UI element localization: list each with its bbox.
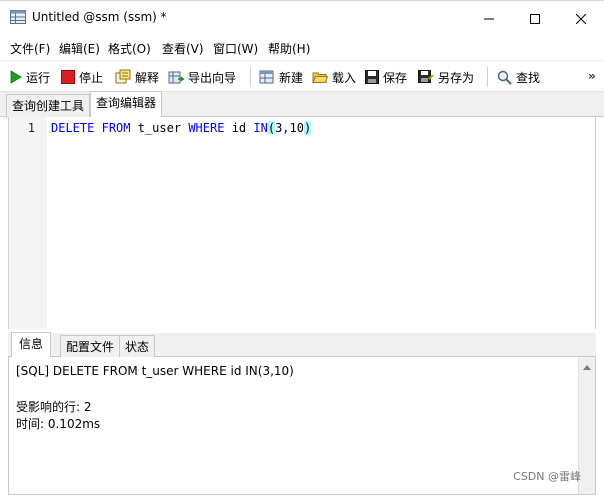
explain-label: 解释 bbox=[135, 70, 160, 85]
line-number: 1 bbox=[27, 121, 35, 135]
minimize-button[interactable] bbox=[466, 1, 512, 37]
save-button[interactable]: 保存 bbox=[365, 66, 407, 88]
load-button[interactable]: 载入 bbox=[312, 66, 356, 88]
time-line: 时间: 0.102ms bbox=[16, 417, 101, 431]
toolbar-overflow-chevron-icon[interactable]: » bbox=[588, 69, 596, 83]
watermark: CSDN @雷峰 bbox=[513, 470, 581, 483]
keyword-in: IN bbox=[253, 121, 268, 135]
new-table-icon bbox=[259, 70, 274, 84]
stop-button[interactable]: 停止 bbox=[61, 66, 103, 88]
stop-label: 停止 bbox=[79, 70, 104, 85]
tab-query-editor[interactable]: 查询编辑器 bbox=[90, 91, 163, 117]
window-title: Untitled @ssm (ssm) * bbox=[32, 10, 167, 24]
menu-view[interactable]: 查看(V) bbox=[162, 40, 204, 57]
result-tab-strip: 信息 配置文件 状态 bbox=[8, 332, 596, 359]
line-number-gutter: 1 bbox=[9, 117, 47, 329]
affected-rows-line: 受影响的行: 2 bbox=[16, 400, 92, 414]
editor-tab-strip: 查询创建工具 查询编辑器 bbox=[0, 91, 604, 118]
close-button[interactable] bbox=[558, 1, 604, 37]
folder-open-icon bbox=[312, 72, 328, 83]
sql-log-line: [SQL] DELETE FROM t_user WHERE id IN(3,1… bbox=[16, 364, 294, 378]
stop-icon bbox=[61, 70, 75, 84]
menu-window[interactable]: 窗口(W) bbox=[213, 40, 258, 57]
title-bar: Untitled @ssm (ssm) * bbox=[0, 0, 604, 36]
search-icon bbox=[497, 70, 512, 85]
menu-edit[interactable]: 编辑(E) bbox=[59, 40, 100, 57]
menu-format[interactable]: 格式(O) bbox=[108, 40, 151, 57]
tab-status[interactable]: 状态 bbox=[119, 335, 156, 359]
menu-file[interactable]: 文件(F) bbox=[10, 40, 50, 57]
minimize-icon bbox=[484, 18, 494, 20]
open-paren: ( bbox=[267, 121, 276, 135]
tab-query-builder[interactable]: 查询创建工具 bbox=[6, 94, 91, 118]
save-icon bbox=[365, 70, 379, 84]
table-name: t_user bbox=[137, 121, 182, 135]
close-icon bbox=[576, 14, 586, 24]
database-table-icon bbox=[10, 10, 26, 24]
find-label: 查找 bbox=[516, 70, 541, 85]
save-label: 保存 bbox=[383, 70, 408, 85]
export-icon bbox=[168, 71, 184, 84]
value-list: 3,10 bbox=[275, 121, 304, 135]
explain-icon bbox=[115, 69, 131, 84]
play-icon bbox=[10, 70, 22, 84]
new-label: 新建 bbox=[279, 70, 304, 85]
export-wizard-button[interactable]: 导出向导 bbox=[168, 66, 236, 88]
save-as-label: 另存为 bbox=[438, 70, 475, 85]
run-label: 运行 bbox=[26, 70, 51, 85]
keyword-delete: DELETE bbox=[51, 121, 95, 135]
maximize-icon bbox=[530, 14, 540, 24]
load-label: 载入 bbox=[332, 70, 357, 85]
export-wizard-label: 导出向导 bbox=[188, 70, 237, 85]
column-name: id bbox=[231, 121, 247, 135]
new-button[interactable]: 新建 bbox=[259, 66, 303, 88]
keyword-from: FROM bbox=[101, 121, 131, 135]
save-as-icon bbox=[418, 70, 434, 83]
tab-profile[interactable]: 配置文件 bbox=[60, 335, 121, 359]
sql-editor[interactable]: 1 DELETE FROM t_user WHERE id IN(3,10) bbox=[8, 117, 596, 329]
save-as-button[interactable]: 另存为 bbox=[418, 66, 474, 88]
message-output: [SQL] DELETE FROM t_user WHERE id IN(3,1… bbox=[8, 357, 596, 495]
run-button[interactable]: 运行 bbox=[10, 66, 50, 88]
maximize-button[interactable] bbox=[512, 1, 558, 37]
tab-message[interactable]: 信息 bbox=[11, 332, 52, 358]
scroll-up-arrow-icon[interactable] bbox=[583, 365, 591, 370]
toolbar-separator bbox=[250, 67, 251, 87]
menu-bar: 文件(F) 编辑(E) 格式(O) 查看(V) 窗口(W) 帮助(H) bbox=[0, 36, 604, 60]
explain-button[interactable]: 解释 bbox=[115, 66, 159, 88]
toolbar: 运行 停止 解释 导出向导 新建 载入 保存 另存为 查找 » bbox=[0, 60, 604, 92]
toolbar-separator bbox=[487, 67, 488, 87]
keyword-where: WHERE bbox=[188, 121, 225, 135]
code-line: DELETE FROM t_user WHERE id IN(3,10) bbox=[51, 121, 312, 135]
find-button[interactable]: 查找 bbox=[497, 66, 540, 88]
close-paren: ) bbox=[303, 121, 312, 135]
menu-help[interactable]: 帮助(H) bbox=[268, 40, 310, 57]
